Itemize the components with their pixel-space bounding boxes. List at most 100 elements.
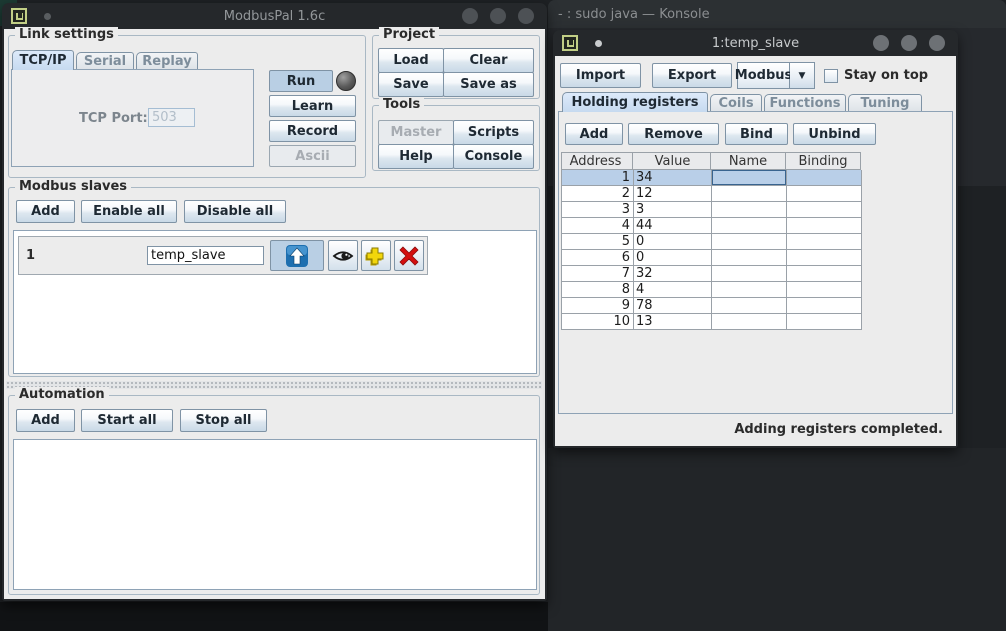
run-button[interactable]: Run	[269, 70, 333, 92]
learn-button[interactable]: Learn	[269, 95, 356, 117]
tab-tuning[interactable]: Tuning	[848, 94, 922, 112]
register-address-cell[interactable]: 10	[562, 314, 634, 330]
register-value-cell[interactable]: 32	[634, 266, 712, 282]
register-name-cell[interactable]	[712, 250, 787, 266]
tools-master-button[interactable]: Master	[378, 120, 454, 145]
register-add-button[interactable]: Add	[565, 123, 623, 145]
mode-combobox[interactable]: Modbus	[737, 62, 790, 89]
slaves-add-button[interactable]: Add	[16, 200, 75, 223]
register-value-cell[interactable]: 12	[634, 186, 712, 202]
project-clear-button[interactable]: Clear	[443, 48, 534, 73]
close-button[interactable]	[929, 35, 945, 51]
app-icon[interactable]	[11, 8, 27, 24]
register-row[interactable]: 978	[561, 298, 862, 314]
register-bind-button[interactable]: Bind	[725, 123, 788, 145]
register-row[interactable]: 444	[561, 218, 862, 234]
register-value-cell[interactable]: 3	[634, 202, 712, 218]
project-save-as-button[interactable]: Save as	[443, 72, 534, 97]
register-binding-cell[interactable]	[787, 202, 862, 218]
register-binding-cell[interactable]	[787, 234, 862, 250]
register-name-cell[interactable]	[712, 218, 787, 234]
register-value-cell[interactable]: 34	[634, 170, 712, 186]
maximize-button[interactable]	[490, 8, 506, 24]
register-row[interactable]: 84	[561, 282, 862, 298]
register-row[interactable]: 50	[561, 234, 862, 250]
register-address-cell[interactable]: 1	[562, 170, 634, 186]
register-value-cell[interactable]: 4	[634, 282, 712, 298]
disable-all-button[interactable]: Disable all	[184, 200, 286, 223]
register-address-cell[interactable]: 9	[562, 298, 634, 314]
project-load-button[interactable]: Load	[378, 48, 444, 73]
register-binding-cell[interactable]	[787, 314, 862, 330]
register-address-cell[interactable]: 7	[562, 266, 634, 282]
register-row[interactable]: 1013	[561, 314, 862, 330]
minimize-button[interactable]	[462, 8, 478, 24]
import-button[interactable]: Import	[560, 63, 641, 88]
konsole-titlebar[interactable]: - : sudo java — Konsole	[548, 0, 1006, 28]
register-value-cell[interactable]: 0	[634, 250, 712, 266]
slave-editor-titlebar[interactable]: 1:temp_slave	[553, 30, 958, 56]
tools-scripts-button[interactable]: Scripts	[453, 120, 534, 145]
minimize-button[interactable]	[873, 35, 889, 51]
tools-console-button[interactable]: Console	[453, 144, 534, 169]
register-binding-cell[interactable]	[787, 298, 862, 314]
register-name-cell[interactable]	[712, 186, 787, 202]
register-binding-cell[interactable]	[787, 250, 862, 266]
register-remove-button[interactable]: Remove	[628, 123, 719, 145]
register-binding-cell[interactable]	[787, 218, 862, 234]
tab-replay[interactable]: Replay	[136, 52, 198, 70]
slave-add-automation-button[interactable]	[361, 240, 391, 271]
combobox-arrow-button[interactable]: ▼	[790, 62, 815, 89]
register-address-cell[interactable]: 8	[562, 282, 634, 298]
slave-row[interactable]: 1	[18, 236, 428, 275]
tab-holding-registers[interactable]: Holding registers	[562, 92, 708, 112]
register-row[interactable]: 732	[561, 266, 862, 282]
start-all-button[interactable]: Start all	[81, 409, 173, 432]
register-name-cell[interactable]	[712, 234, 787, 250]
register-row[interactable]: 60	[561, 250, 862, 266]
register-value-cell[interactable]: 44	[634, 218, 712, 234]
modbuspal-titlebar[interactable]: ModbusPal 1.6c	[2, 3, 547, 29]
register-row[interactable]: 134	[561, 170, 862, 186]
tools-help-button[interactable]: Help	[378, 144, 454, 169]
register-row[interactable]: 212	[561, 186, 862, 202]
slave-name-field[interactable]	[147, 246, 264, 265]
slave-view-button[interactable]	[328, 240, 358, 271]
column-header-value[interactable]: Value	[633, 152, 711, 170]
register-binding-cell[interactable]	[787, 266, 862, 282]
register-binding-cell[interactable]	[787, 170, 862, 186]
column-header-binding[interactable]: Binding	[786, 152, 861, 170]
register-address-cell[interactable]: 3	[562, 202, 634, 218]
tcp-port-field[interactable]	[148, 108, 195, 127]
register-address-cell[interactable]: 5	[562, 234, 634, 250]
register-name-cell[interactable]	[712, 282, 787, 298]
register-address-cell[interactable]: 2	[562, 186, 634, 202]
column-header-name[interactable]: Name	[711, 152, 786, 170]
register-name-cell[interactable]	[712, 314, 787, 330]
slave-enable-toggle[interactable]	[270, 240, 324, 271]
stop-all-button[interactable]: Stop all	[180, 409, 267, 432]
export-button[interactable]: Export	[652, 63, 732, 88]
register-address-cell[interactable]: 4	[562, 218, 634, 234]
project-save-button[interactable]: Save	[378, 72, 444, 97]
register-value-cell[interactable]: 78	[634, 298, 712, 314]
register-name-cell[interactable]	[712, 202, 787, 218]
maximize-button[interactable]	[901, 35, 917, 51]
register-unbind-button[interactable]: Unbind	[793, 123, 876, 145]
register-name-cell[interactable]	[712, 298, 787, 314]
tab-serial[interactable]: Serial	[76, 52, 134, 70]
register-binding-cell[interactable]	[787, 186, 862, 202]
record-button[interactable]: Record	[269, 120, 356, 142]
register-name-cell[interactable]	[712, 170, 787, 186]
register-value-cell[interactable]: 0	[634, 234, 712, 250]
tab-coils[interactable]: Coils	[710, 94, 762, 112]
app-icon[interactable]	[562, 35, 578, 51]
register-row[interactable]: 33	[561, 202, 862, 218]
slave-delete-button[interactable]	[394, 240, 424, 271]
register-value-cell[interactable]: 13	[634, 314, 712, 330]
column-header-address[interactable]: Address	[561, 152, 633, 170]
stay-on-top-checkbox[interactable]	[824, 69, 838, 83]
register-name-cell[interactable]	[712, 266, 787, 282]
automation-add-button[interactable]: Add	[16, 409, 75, 432]
tab-tcpip[interactable]: TCP/IP	[12, 50, 74, 70]
